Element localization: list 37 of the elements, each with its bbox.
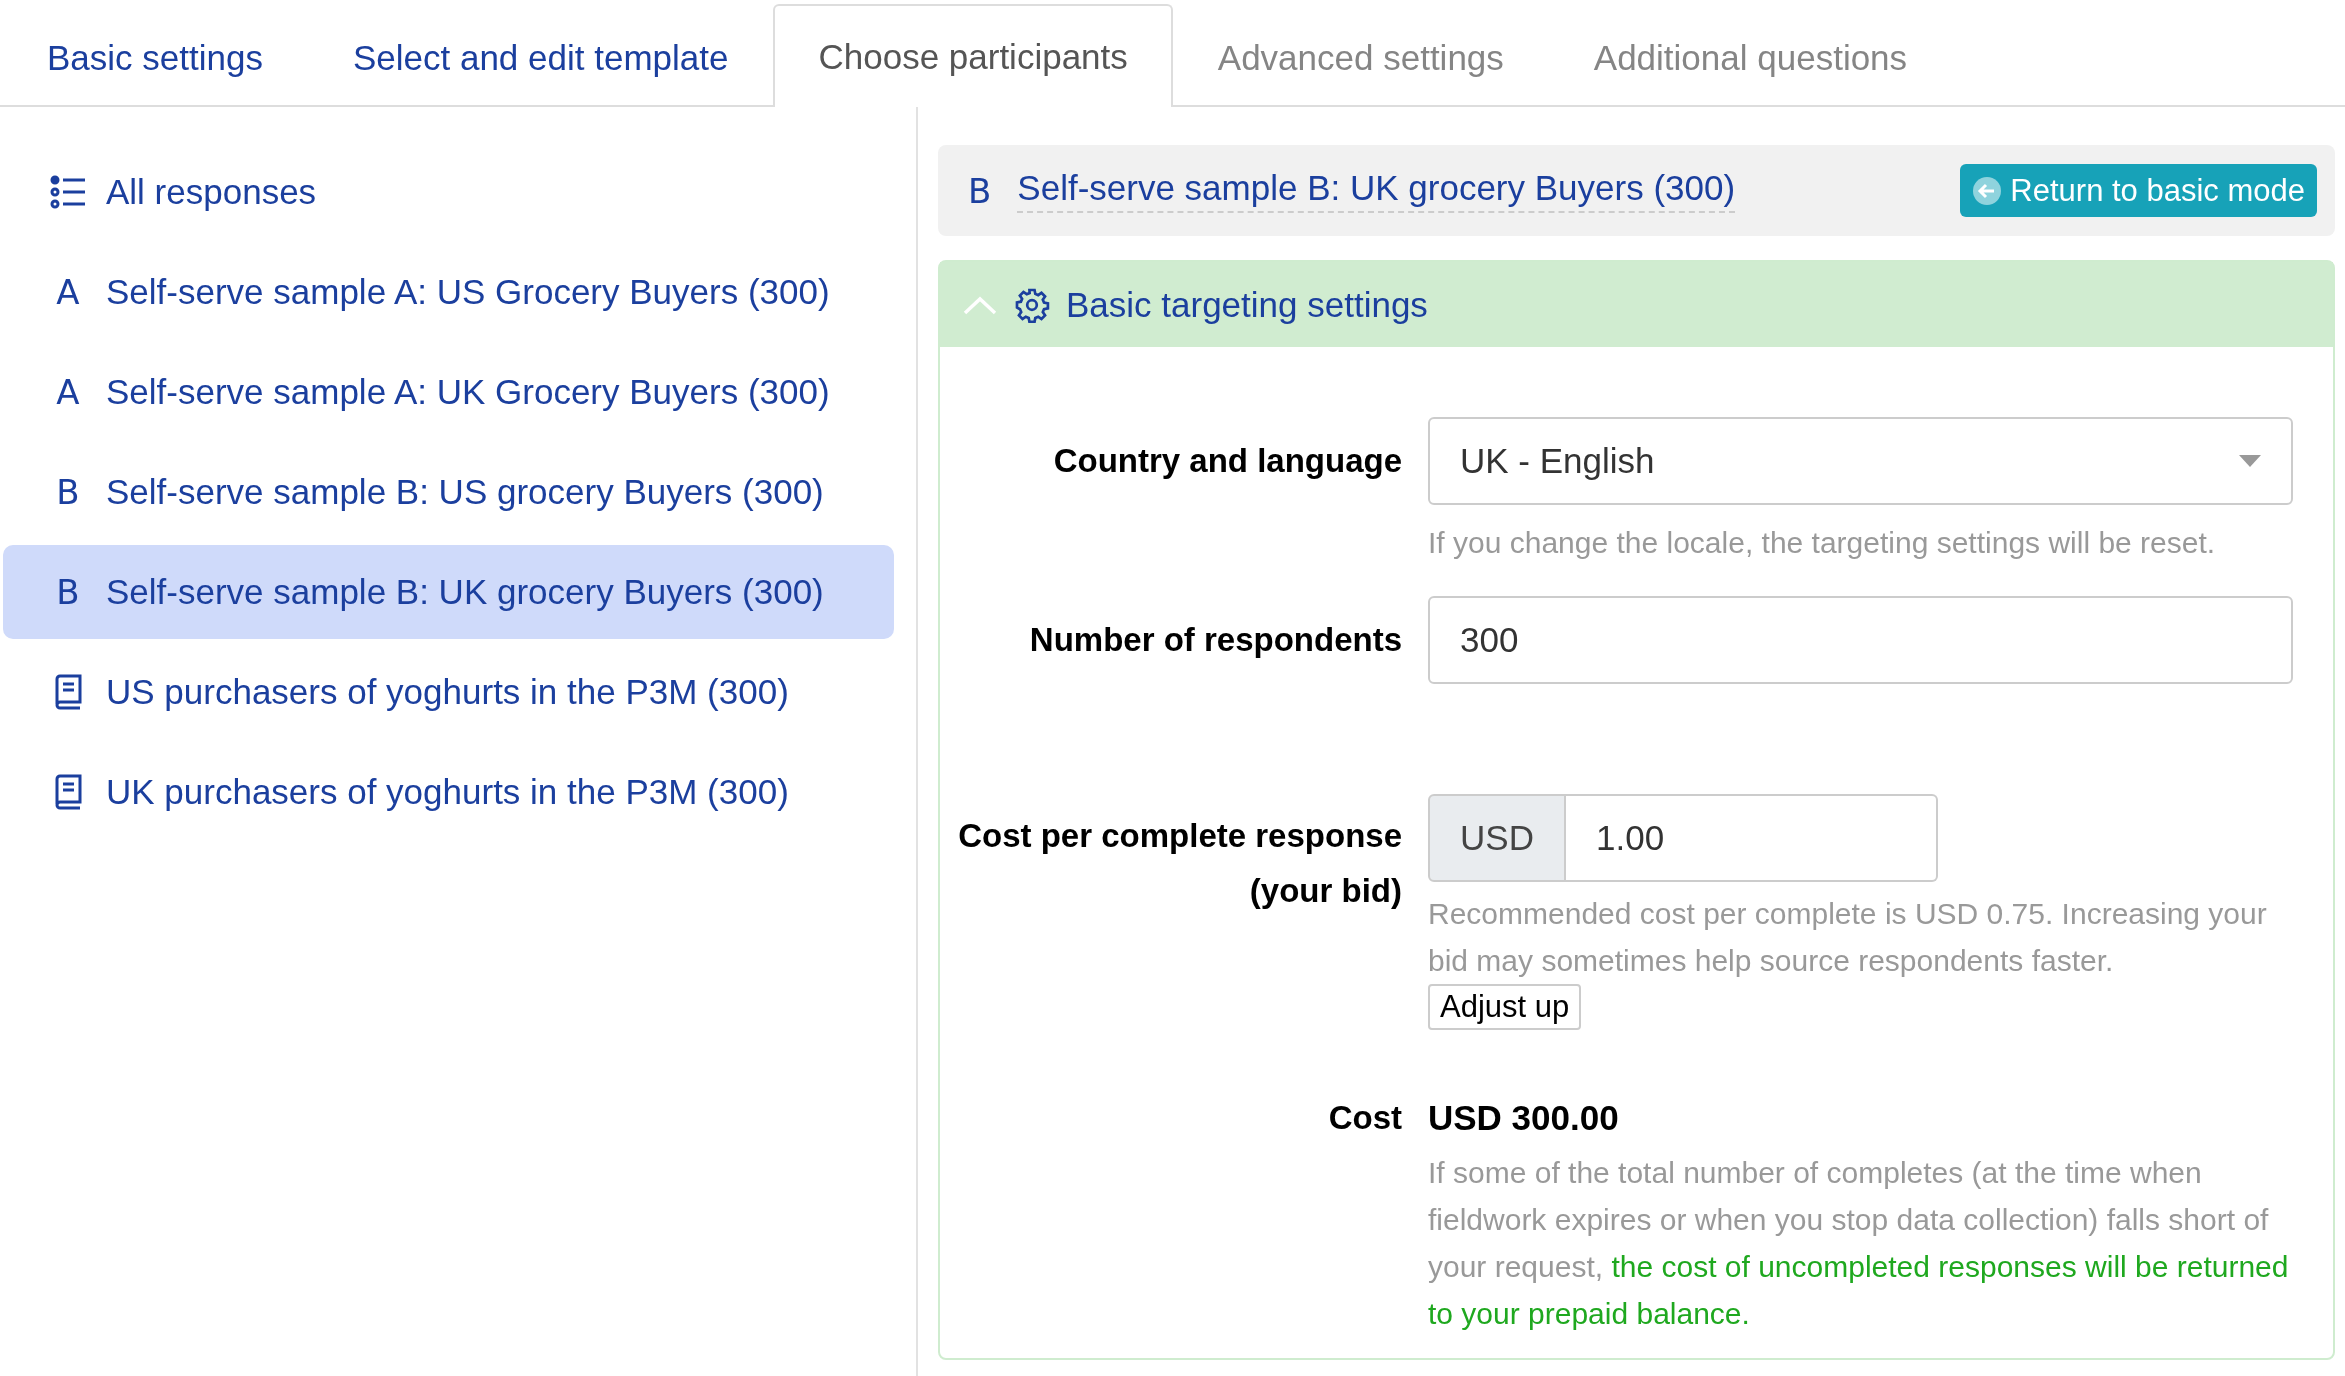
sample-letter: B [56, 472, 80, 512]
currency-addon: USD [1428, 794, 1566, 882]
sample-letter: A [56, 372, 80, 412]
sidebar-item[interactable]: A Self-serve sample A: UK Grocery Buyers (300) [3, 345, 894, 439]
sidebar-item[interactable]: B Self-serve sample B: US grocery Buyers (300) [3, 445, 894, 539]
sidebar-item[interactable]: US purchasers of yoghurts in the P3M (300) [3, 645, 894, 739]
sample-letter: B [968, 170, 992, 211]
cost-value: USD 300.00 [1428, 1097, 1620, 1139]
chevron-icon[interactable] [962, 294, 998, 315]
adjust-up-button[interactable]: Adjust up [1428, 984, 1582, 1030]
field-label: Country and language [1052, 441, 1402, 481]
list-icon [50, 175, 86, 209]
sidebar-item[interactable]: B Self-serve sample B: UK grocery Buyers (300) [3, 545, 894, 639]
section-title: Basic targeting settings [1066, 284, 1428, 325]
country-select[interactable]: UK - English [1428, 417, 2293, 505]
sample-title[interactable]: Self-serve sample B: UK grocery Buyers (300) [1017, 168, 1736, 213]
dropdown-caret-icon [2239, 455, 2261, 467]
tab[interactable]: Choose participants [773, 4, 1173, 107]
field-label: Number of respondents [1028, 620, 1402, 660]
sidebar-item[interactable]: UK purchasers of yoghurts in the P3M (300) [3, 745, 894, 839]
help-text: If some of the total number of completes (at the time when fieldwork expires or when you stop data collection) falls short of your request, the cost of uncompleted responses will be returned to your prepaid balance. [1428, 1155, 2290, 1332]
gear-icon [1014, 286, 1050, 323]
input-field[interactable]: 1.00 [1566, 794, 1938, 882]
sidebar-item[interactable]: A Self-serve sample A: US Grocery Buyers (300) [3, 245, 894, 339]
field-label: Cost [1327, 1098, 1402, 1138]
help-text: Recommended cost per complete is USD 0.75. Increasing your bid may sometimes help source respondents faster. [1428, 896, 2268, 979]
tab[interactable]: Basic settings [2, 6, 308, 107]
sample-letter: A [56, 272, 80, 312]
field-label: Cost per complete response (your bid) [957, 816, 1402, 911]
book-icon [53, 674, 83, 710]
sidebar-item[interactable]: All responses [3, 145, 894, 239]
input-field[interactable]: 300 [1428, 596, 2293, 684]
tab[interactable]: Select and edit template [307, 6, 774, 107]
book-icon [53, 774, 83, 810]
sample-letter: B [56, 572, 80, 612]
help-text: If you change the locale, the targeting settings will be reset. [1428, 525, 2217, 561]
section-header[interactable]: Basic targeting settings [940, 262, 2333, 347]
